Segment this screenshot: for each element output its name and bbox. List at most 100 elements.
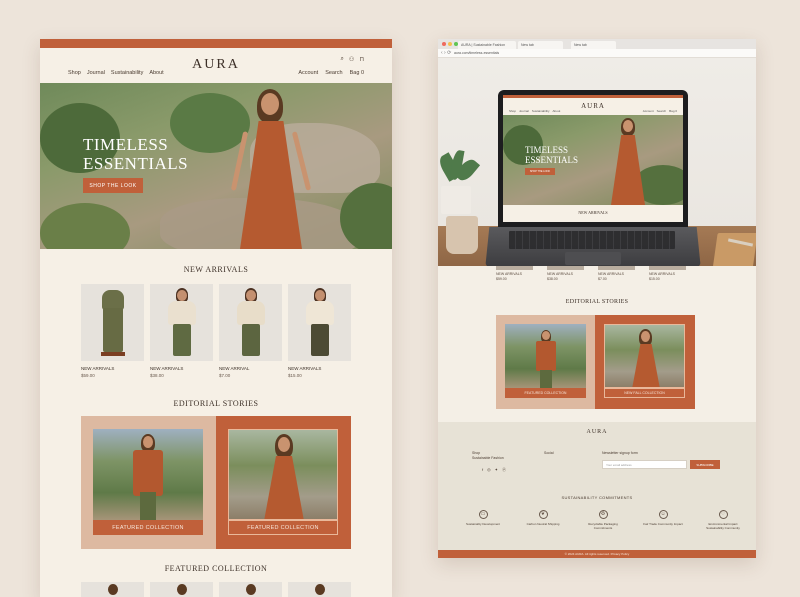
editorial-image[interactable] — [228, 429, 338, 520]
nav-search[interactable]: Search — [325, 70, 342, 76]
screen-utility-nav: Account Search Bag 0 — [642, 109, 677, 113]
screen-hero-title: TIMELESS ESSENTIALS — [525, 145, 579, 165]
left-page-mockup: AURA ⌕ ⚇ ⊓ Shop Journal Sustainability A… — [40, 39, 392, 597]
nav-about[interactable]: About — [149, 70, 163, 76]
back-forward-icon[interactable]: ‹ › ⟳ — [441, 50, 451, 56]
commitment-item: ♡ Environmental Impact Sustainability Co… — [706, 510, 740, 530]
thumb-label: NEW ARRIVALS $15.00 — [649, 272, 675, 281]
new-arrivals-title: NEW ARRIVALS — [183, 265, 249, 274]
minimize-icon[interactable] — [448, 42, 452, 46]
close-icon[interactable] — [442, 42, 446, 46]
editorial-image[interactable] — [604, 324, 685, 388]
commitment-item: ☺ Fair Trade Community Impact — [643, 510, 683, 526]
address-bar: ‹ › ⟳ aura.com/timeless-essentials — [438, 49, 756, 58]
bag-icon[interactable]: ⊓ — [359, 56, 364, 63]
featured-item[interactable] — [150, 582, 213, 597]
footer-social-heading: Social — [544, 451, 554, 455]
newsletter-email-input[interactable]: Your email address — [602, 460, 687, 469]
user-icon[interactable]: ⚇ — [349, 56, 354, 63]
footer-shop-link[interactable]: Sustainable Fashion — [472, 456, 504, 461]
thumb-strip — [496, 266, 686, 270]
thumb-labels: NEW ARRIVALS $59.00 NEW ARRIVALS $38.00 NE… — [496, 272, 686, 281]
hero-title: TIMELESS ESSENTIALS — [83, 135, 189, 173]
thumb[interactable] — [496, 266, 533, 270]
twitter-icon[interactable]: ✦ — [495, 467, 498, 473]
site-header: AURA ⌕ ⚇ ⊓ Shop Journal Sustainability A… — [40, 48, 392, 83]
mug — [446, 216, 478, 254]
editorial-card[interactable]: NEW FALL COLLECTION — [595, 315, 695, 409]
editorial-stories-title: EDITORIAL STORIES — [565, 299, 629, 305]
thumb[interactable] — [547, 266, 584, 270]
editorial-card[interactable]: FEATURED COLLECTION — [216, 416, 351, 549]
browser-tab[interactable]: New tab — [518, 41, 563, 49]
product-image[interactable] — [150, 284, 213, 361]
notebook — [712, 233, 756, 266]
editorial-label[interactable]: FEATURED COLLECTION — [228, 520, 338, 535]
browser-tab[interactable]: AURA | Sustainable Fashion — [458, 41, 516, 49]
product-price: $15.00 — [288, 373, 302, 378]
product-image[interactable] — [288, 284, 351, 361]
thumb[interactable] — [649, 266, 686, 270]
recycle-icon: ♻ — [598, 510, 608, 519]
url-input[interactable]: aura.com/timeless-essentials — [454, 51, 499, 55]
editorial-label[interactable]: FEATURED COLLECTION — [505, 388, 586, 398]
editorial-image[interactable] — [93, 429, 203, 520]
product-name: NEW ARRIVALS — [81, 366, 115, 371]
product-grid: NEW ARRIVALS $59.00 NEW ARRIVALS $38.00 … — [81, 284, 351, 378]
instagram-icon[interactable]: ◎ — [487, 467, 491, 473]
editorial-label[interactable]: NEW FALL COLLECTION — [604, 388, 685, 398]
featured-item[interactable] — [219, 582, 282, 597]
trackpad — [565, 252, 621, 265]
product-card[interactable]: NEW ARRIVAL $7.00 — [219, 284, 282, 378]
right-browser-mockup: AURA | Sustainable Fashion New tab New t… — [438, 39, 756, 558]
product-card[interactable]: NEW ARRIVALS $59.00 — [81, 284, 144, 378]
featured-item[interactable] — [288, 582, 351, 597]
utility-nav: Account Search Bag 0 — [298, 70, 364, 76]
product-price: $38.00 — [150, 373, 164, 378]
package-icon: ▭ — [478, 510, 488, 519]
screen-hero: TIMELESS ESSENTIALS SHOP THE LOOK — [503, 115, 683, 205]
editorial-card[interactable]: FEATURED COLLECTION — [496, 315, 595, 409]
footer-shop-column: Shop Sustainable Fashion — [472, 451, 504, 461]
top-accent-bar — [40, 39, 392, 48]
sustainability-title: SUSTAINABILITY COMMITMENTS — [561, 495, 633, 500]
nav-account[interactable]: Account — [298, 70, 318, 76]
thumb[interactable] — [598, 266, 635, 270]
footer-brand-logo[interactable]: AURA — [438, 429, 756, 435]
hero-model — [225, 83, 315, 249]
keyboard-keys — [509, 231, 675, 249]
editorial-image[interactable] — [505, 324, 586, 388]
hero-banner: TIMELESS ESSENTIALS SHOP THE LOOK — [40, 83, 392, 249]
pinterest-icon[interactable]: ⓟ — [502, 467, 506, 473]
copyright-bar: © 2024 AURA. All rights reserved. Privac… — [438, 550, 756, 558]
editorial-label[interactable]: FEATURED COLLECTION — [93, 520, 203, 535]
facebook-icon[interactable]: f — [482, 467, 483, 473]
product-card[interactable]: NEW ARRIVALS $15.00 — [288, 284, 351, 378]
laptop-scene: AURA Shop Journal Sustainability About Acco… — [438, 58, 756, 266]
nav-bag[interactable]: Bag 0 — [350, 70, 364, 76]
editorial-card[interactable]: FEATURED COLLECTION — [81, 416, 216, 549]
hero-bush — [40, 203, 130, 249]
editorial-stories-title: EDITORIAL STORIES — [173, 399, 259, 408]
header-icons: ⌕ ⚇ ⊓ — [341, 56, 364, 63]
product-card[interactable]: NEW ARRIVALS $38.00 — [150, 284, 213, 378]
thumb-label: NEW ARRIVALS $38.00 — [547, 272, 573, 281]
people-icon: ☺ — [658, 510, 668, 519]
screen-cta-button: SHOP THE LOOK — [525, 168, 555, 175]
product-name: NEW ARRIVAL — [219, 366, 250, 371]
window-controls — [442, 42, 458, 46]
browser-tab[interactable]: New tab — [571, 41, 616, 49]
nav-journal[interactable]: Journal — [87, 70, 105, 76]
featured-row — [81, 582, 351, 597]
shop-the-look-button[interactable]: SHOP THE LOOK — [83, 178, 143, 193]
nav-sustainability[interactable]: Sustainability — [111, 70, 143, 76]
product-image[interactable] — [219, 284, 282, 361]
product-image[interactable] — [81, 284, 144, 361]
footer-newsletter-heading: Newsletter signup form — [602, 451, 638, 455]
hero-bush — [340, 183, 392, 249]
featured-item[interactable] — [81, 582, 144, 597]
search-icon[interactable]: ⌕ — [341, 56, 344, 63]
laptop-screen: AURA Shop Journal Sustainability About Acco… — [498, 90, 688, 227]
subscribe-button[interactable]: SUBSCRIBE — [690, 460, 720, 469]
nav-shop[interactable]: Shop — [68, 70, 81, 76]
